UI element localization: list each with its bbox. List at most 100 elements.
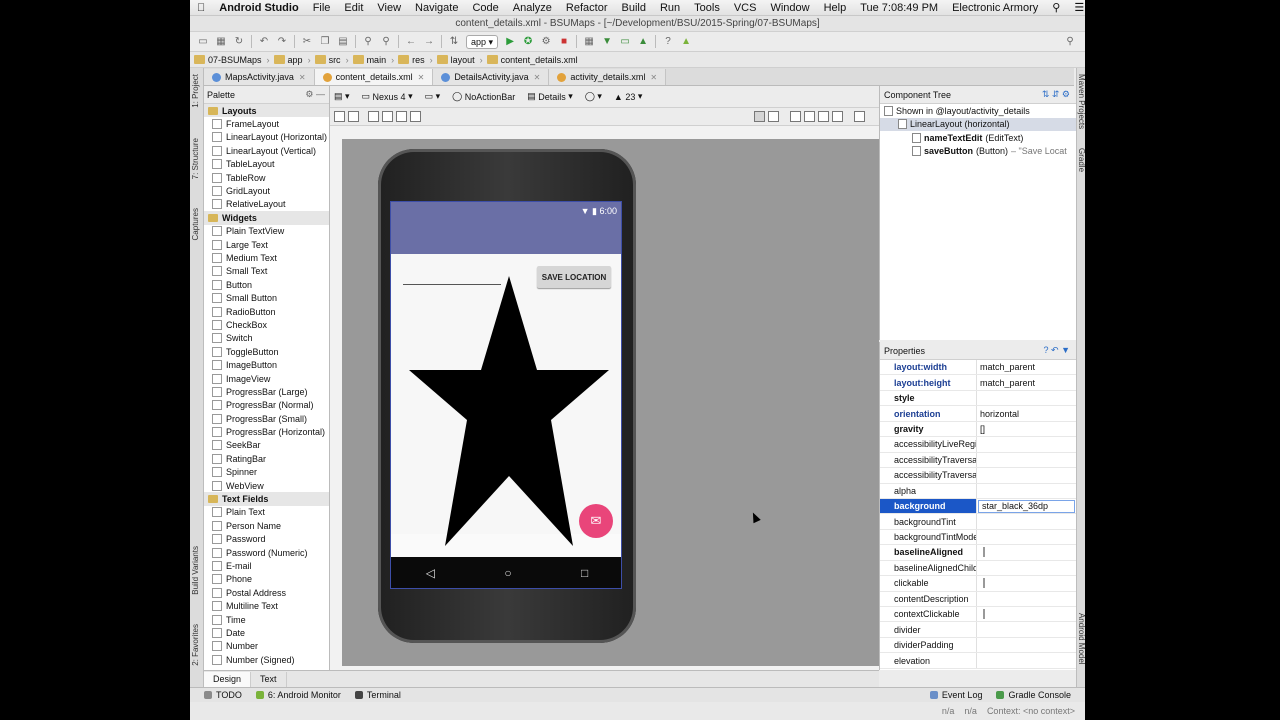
palette-item[interactable]: SeekBar — [204, 439, 329, 452]
list-icon[interactable]: ☰ — [1067, 1, 1085, 14]
palette-item[interactable]: FrameLayout — [204, 117, 329, 130]
linear-layout[interactable]: SAVE LOCATION ✉ — [391, 254, 621, 546]
property-row[interactable]: baselineAlignedChildIndex — [880, 560, 1076, 577]
zoom-in-icon[interactable] — [790, 111, 801, 122]
avd-manager-icon[interactable]: ▭ — [618, 35, 632, 49]
project-structure-icon[interactable]: ▦ — [582, 35, 596, 49]
android-icon[interactable]: ▲ — [679, 35, 693, 49]
back-nav-icon[interactable]: ◁ — [426, 566, 435, 580]
palette-item[interactable]: Plain Text — [204, 506, 329, 519]
name-text-edit[interactable] — [403, 284, 501, 285]
home-nav-icon[interactable]: ○ — [504, 566, 511, 580]
designer-settings-icon[interactable] — [854, 111, 865, 122]
property-row[interactable]: contextClickable — [880, 607, 1076, 623]
todo-tool[interactable]: TODO — [204, 690, 242, 700]
cut-icon[interactable]: ✂ — [300, 35, 314, 49]
property-row[interactable]: style — [880, 390, 1076, 407]
tool-structure[interactable]: 7: Structure — [191, 138, 200, 179]
property-value[interactable] — [977, 547, 1076, 558]
editor-tab[interactable]: activity_details.xml ✕ — [549, 69, 667, 85]
menu-analyze[interactable]: Analyze — [506, 2, 559, 14]
palette-item[interactable]: RadioButton — [204, 305, 329, 318]
back-icon[interactable]: ← — [404, 35, 418, 49]
menu-vcs[interactable]: VCS — [727, 2, 764, 14]
menu-view[interactable]: View — [370, 2, 408, 14]
palette-item[interactable]: Small Button — [204, 291, 329, 304]
property-row[interactable]: clickable — [880, 576, 1076, 592]
palette-item[interactable]: ProgressBar (Large) — [204, 385, 329, 398]
device-screen[interactable]: ▼ ▮ 6:00 SAVE LOCATION ✉ ◁ ○ □ — [390, 201, 622, 589]
palette-item[interactable]: Button — [204, 278, 329, 291]
editor-tab[interactable]: content_details.xml ✕ — [314, 69, 434, 85]
sync-icon[interactable]: ↻ — [232, 35, 246, 49]
tool-project[interactable]: 1: Project — [191, 74, 200, 108]
menu-file[interactable]: File — [306, 2, 338, 14]
property-row[interactable]: divider — [880, 622, 1076, 638]
palette-item[interactable]: Multiline Text — [204, 599, 329, 612]
device-select[interactable]: ▭ Nexus 4 ▾ — [362, 91, 413, 102]
tab-text[interactable]: Text — [251, 671, 287, 687]
breadcrumb-item[interactable]: main › — [352, 55, 394, 65]
undo-icon[interactable]: ↶ — [257, 35, 271, 49]
clock[interactable]: Tue 7:08:49 PM — [853, 2, 945, 14]
open-folder-icon[interactable]: ▭ — [196, 35, 210, 49]
tree-node[interactable]: Shown in @layout/activity_details — [880, 104, 1076, 118]
property-value[interactable] — [977, 578, 1076, 589]
close-icon[interactable]: ✕ — [299, 73, 306, 82]
paste-icon[interactable]: ▤ — [336, 35, 350, 49]
menu-app-name[interactable]: Android Studio — [212, 2, 305, 14]
property-row[interactable]: background star_black_36dp — [880, 498, 1076, 515]
palette-item[interactable]: LinearLayout (Horizontal) — [204, 131, 329, 144]
menu-build[interactable]: Build — [614, 2, 652, 14]
close-icon[interactable]: ✕ — [650, 73, 657, 82]
activity-select[interactable]: ▤ Details ▾ — [527, 91, 573, 102]
orientation-select[interactable]: ▭ ▾ — [425, 91, 441, 102]
palette-item[interactable]: Switch — [204, 332, 329, 345]
zoom-to-fit-icon[interactable] — [754, 111, 765, 122]
email-fab[interactable]: ✉ — [579, 504, 613, 538]
forward-icon[interactable]: → — [422, 35, 436, 49]
palette-item[interactable]: TableRow — [204, 171, 329, 184]
property-row[interactable]: baselineAligned — [880, 545, 1076, 561]
breadcrumb-item[interactable]: app › — [273, 55, 311, 65]
property-row[interactable]: accessibilityTraversalAfter — [880, 452, 1076, 469]
palette-item[interactable]: ToggleButton — [204, 345, 329, 358]
breadcrumb-item[interactable]: 07-BSUMaps › — [194, 55, 270, 65]
palette-item[interactable]: Number — [204, 640, 329, 653]
palette-item[interactable]: Date — [204, 626, 329, 639]
palette-item[interactable]: LinearLayout (Vertical) — [204, 144, 329, 157]
user-name[interactable]: Electronic Armory — [945, 2, 1045, 14]
palette-settings-icon[interactable]: ⚙ — — [305, 89, 325, 100]
palette-item[interactable]: ProgressBar (Normal) — [204, 399, 329, 412]
layout-tool-3[interactable] — [368, 111, 379, 122]
palette-item[interactable]: ImageButton — [204, 358, 329, 371]
sdk-manager-icon[interactable]: ▼ — [600, 35, 614, 49]
palette-item[interactable]: ProgressBar (Small) — [204, 412, 329, 425]
property-row[interactable]: backgroundTint — [880, 514, 1076, 530]
run-icon[interactable]: ▶ — [503, 35, 517, 49]
search-icon[interactable]: ⚲ — [1045, 1, 1067, 14]
palette-item[interactable]: GridLayout — [204, 184, 329, 197]
tool-gradle[interactable]: Gradle — [1077, 148, 1085, 172]
menu-window[interactable]: Window — [763, 2, 816, 14]
menu-edit[interactable]: Edit — [337, 2, 370, 14]
palette-item[interactable]: ImageView — [204, 372, 329, 385]
tree-tools-icon[interactable]: ⇅ ⇵ ⚙ — [1042, 89, 1070, 100]
checkbox[interactable] — [983, 609, 985, 620]
tree-node[interactable]: nameTextEdit (EditText) — [880, 131, 1076, 145]
checkbox[interactable] — [983, 578, 985, 589]
property-value[interactable]: match_parent — [977, 378, 1076, 388]
layout-tool-2[interactable] — [348, 111, 359, 122]
layout-variant-select[interactable]: ▤ ▾ — [334, 91, 350, 102]
palette-item[interactable]: Large Text — [204, 238, 329, 251]
palette-item[interactable]: Password (Numeric) — [204, 546, 329, 559]
menu-refactor[interactable]: Refactor — [559, 2, 615, 14]
tool-captures[interactable]: Captures — [191, 208, 200, 240]
breadcrumb-item[interactable]: res › — [398, 55, 433, 65]
design-canvas[interactable]: ▼ ▮ 6:00 SAVE LOCATION ✉ ◁ ○ □ — [342, 139, 879, 666]
property-row[interactable]: elevation — [880, 653, 1076, 669]
theme-select[interactable]: ◯ NoActionBar — [452, 91, 515, 102]
breadcrumb-item[interactable]: layout › — [436, 55, 483, 65]
stop-icon[interactable]: ■ — [557, 35, 571, 49]
replace-icon[interactable]: ⚲ — [379, 35, 393, 49]
